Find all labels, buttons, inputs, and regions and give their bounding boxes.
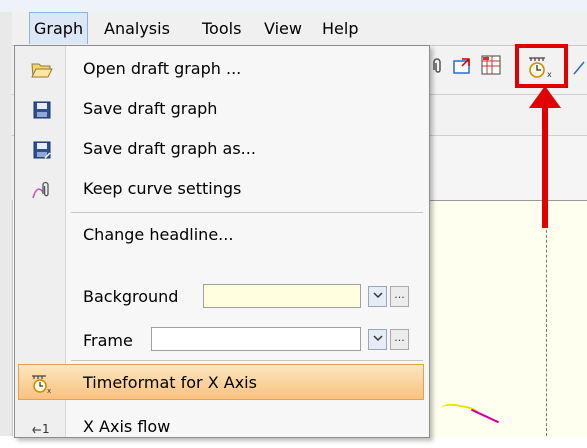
menu-item-label: Open draft graph ...: [83, 59, 242, 78]
menu-item-save-draft-graph-as[interactable]: Save draft graph as...: [15, 130, 429, 170]
background-label: Background: [83, 287, 179, 306]
resize-window-icon[interactable]: [452, 56, 472, 76]
menu-item-label: Timeformat for X Axis: [83, 373, 257, 392]
menu-item-open-draft-graph[interactable]: Open draft graph ...: [15, 50, 429, 90]
x-axis-flow-icon: 1: [31, 418, 53, 438]
menu-item-change-headline[interactable]: Change headline...: [15, 216, 429, 256]
menu-item-label: Save draft graph: [83, 99, 218, 118]
menu-item-x-axis-flow[interactable]: 1 X Axis flow: [15, 408, 429, 448]
toolbar-next-icon[interactable]: [571, 58, 587, 78]
menu-separator: [71, 360, 423, 361]
menu-graph[interactable]: Graph: [29, 12, 89, 44]
menu-item-timeformat-x-axis[interactable]: x Timeformat for X Axis: [18, 364, 424, 400]
graph-dropdown-menu: Open draft graph ... Save draft graph Sa…: [14, 45, 430, 438]
menu-analysis[interactable]: Analysis: [100, 12, 174, 45]
menu-bar: Graph Analysis Tools View Help: [12, 12, 587, 46]
graph-plot-area[interactable]: [404, 200, 587, 437]
menu-item-label: Keep curve settings: [83, 179, 242, 198]
floppy-disk-icon: [31, 100, 53, 120]
timeformat-clock-icon: x: [31, 374, 53, 395]
menu-item-save-draft-graph[interactable]: Save draft graph: [15, 90, 429, 130]
menu-item-label: X Axis flow: [83, 417, 171, 436]
svg-text:1: 1: [42, 422, 50, 436]
highlight-box: [515, 44, 568, 88]
floppy-disk-save-as-icon: [31, 140, 53, 160]
menu-help[interactable]: Help: [318, 12, 362, 45]
arrow-shaft: [542, 100, 548, 228]
background-dropdown-button[interactable]: [368, 286, 387, 307]
menu-separator: [71, 212, 423, 213]
menu-view[interactable]: View: [260, 12, 306, 45]
clip-icon[interactable]: [428, 56, 448, 76]
background-color-field[interactable]: [203, 284, 361, 308]
frame-label: Frame: [83, 331, 133, 350]
menu-background-row: [15, 278, 429, 279]
frame-color-field[interactable]: [151, 327, 361, 351]
grid-axis-icon[interactable]: [480, 53, 504, 77]
frame-more-button[interactable]: ...: [390, 329, 409, 350]
frame-dropdown-button[interactable]: [368, 329, 387, 350]
title-bar-strip: [0, 0, 587, 12]
plot-cursor-line: [546, 215, 547, 436]
svg-text:x: x: [47, 387, 51, 394]
curve-pin-icon: [31, 180, 53, 200]
background-more-button[interactable]: ...: [390, 286, 409, 307]
open-folder-icon: [31, 60, 53, 80]
menu-item-label: Change headline...: [83, 225, 234, 244]
menu-tools[interactable]: Tools: [198, 12, 245, 45]
menu-item-label: Save draft graph as...: [83, 139, 256, 158]
menu-item-keep-curve-settings[interactable]: Keep curve settings: [15, 170, 429, 210]
